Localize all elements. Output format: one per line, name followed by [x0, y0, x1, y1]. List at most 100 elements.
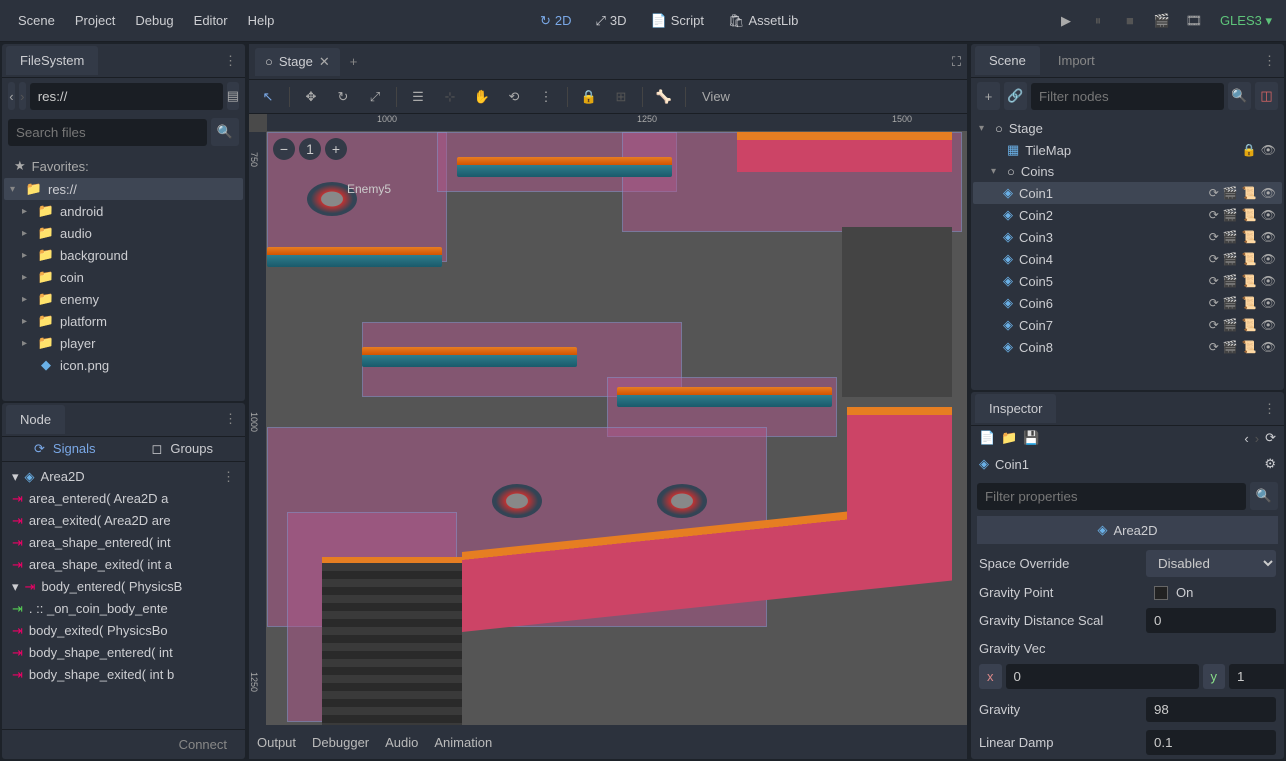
script-icon[interactable]: 📜: [1242, 186, 1257, 200]
tab-output[interactable]: Output: [257, 735, 296, 750]
workspace-2d[interactable]: ↻ 2D: [530, 7, 582, 35]
filesystem-tab[interactable]: FileSystem: [6, 46, 98, 75]
signal-body-shape-exited[interactable]: ⇥body_shape_exited( int b: [4, 664, 243, 686]
node-menu-icon[interactable]: ⋮: [216, 411, 245, 427]
new-resource-icon[interactable]: 📄: [979, 430, 995, 446]
inspector-filter[interactable]: [977, 483, 1246, 510]
history-back-icon[interactable]: ‹: [1244, 431, 1248, 446]
scene-coin4[interactable]: ◈Coin4⟳🎬📜👁: [973, 248, 1282, 270]
filesystem-search[interactable]: [8, 119, 207, 146]
zoom-reset-icon[interactable]: 1: [299, 138, 321, 160]
scene-extra-icon[interactable]: ◫: [1255, 82, 1278, 110]
object-tools-icon[interactable]: ⚙: [1264, 456, 1276, 472]
rotate-tool-icon[interactable]: ↻: [330, 84, 356, 110]
menu-project[interactable]: Project: [65, 9, 125, 32]
add-tab-icon[interactable]: +: [340, 48, 368, 75]
fs-file-icon[interactable]: ◆icon.png: [4, 354, 243, 376]
scale-tool-icon[interactable]: ⤢: [362, 84, 388, 110]
prop-gravity[interactable]: [1146, 697, 1276, 722]
close-icon[interactable]: ✕: [319, 54, 330, 70]
menu-editor[interactable]: Editor: [184, 9, 238, 32]
signal-body-shape-entered[interactable]: ⇥body_shape_entered( int: [4, 642, 243, 664]
tab-debugger[interactable]: Debugger: [312, 735, 369, 750]
pause-icon[interactable]: ⏸: [1086, 9, 1110, 33]
workspace-script[interactable]: 📄 Script: [641, 7, 714, 35]
menu-debug[interactable]: Debug: [125, 9, 183, 32]
scene-coin5[interactable]: ◈Coin5⟳🎬📜👁: [973, 270, 1282, 292]
inspector-search-icon[interactable]: 🔍: [1250, 482, 1278, 510]
signal-connection[interactable]: ⇥. :: _on_coin_body_ente: [4, 598, 243, 620]
scene-tilemap[interactable]: ▦TileMap🔒👁: [973, 139, 1282, 161]
inspector-menu-icon[interactable]: ⋮: [1255, 401, 1284, 417]
prop-gravity-vec-y[interactable]: [1229, 664, 1286, 689]
stop-icon[interactable]: ■: [1118, 9, 1142, 33]
layout-icon[interactable]: ▤: [227, 82, 239, 110]
scene-coin6[interactable]: ◈Coin6⟳🎬📜👁: [973, 292, 1282, 314]
scene-coin7[interactable]: ◈Coin7⟳🎬📜👁: [973, 314, 1282, 336]
signal-area-shape-entered[interactable]: ⇥area_shape_entered( int: [4, 532, 243, 554]
ruler-tool-icon[interactable]: ⟲: [501, 84, 527, 110]
signal-badge-icon[interactable]: ⟳: [1209, 186, 1219, 200]
workspace-3d[interactable]: ⤢ 3D: [586, 7, 637, 35]
visible-icon[interactable]: 👁: [1261, 186, 1276, 200]
more-icon[interactable]: ⋮: [533, 84, 559, 110]
group-lock-icon[interactable]: ⊞: [608, 84, 634, 110]
fs-root[interactable]: ▾📁res://: [4, 178, 243, 200]
fs-folder-coin[interactable]: ▸📁coin: [4, 266, 243, 288]
scene-open-icon[interactable]: 🎬: [1223, 186, 1238, 200]
bone-icon[interactable]: 🦴: [651, 84, 677, 110]
scene-root[interactable]: ▾○Stage: [973, 118, 1282, 139]
groups-tab[interactable]: ◻Groups: [152, 441, 213, 457]
menu-help[interactable]: Help: [238, 9, 285, 32]
lock-icon[interactable]: 🔒: [1242, 143, 1257, 157]
move-tool-icon[interactable]: ✥: [298, 84, 324, 110]
scene-coins[interactable]: ▾○Coins: [973, 161, 1282, 182]
prop-gravity-vec-x[interactable]: [1006, 664, 1199, 689]
signal-area-shape-exited[interactable]: ⇥area_shape_exited( int a: [4, 554, 243, 576]
add-node-icon[interactable]: +: [977, 82, 1000, 110]
search-icon[interactable]: 🔍: [211, 118, 239, 146]
inspector-tab[interactable]: Inspector: [975, 394, 1056, 423]
zoom-out-icon[interactable]: −: [273, 138, 295, 160]
fs-folder-background[interactable]: ▸📁background: [4, 244, 243, 266]
play-custom-icon[interactable]: 🎞: [1182, 9, 1206, 33]
signal-area-entered[interactable]: ⇥area_entered( Area2D a: [4, 488, 243, 510]
view-menu[interactable]: View: [694, 84, 738, 110]
signal-body-exited[interactable]: ⇥body_exited( PhysicsBo: [4, 620, 243, 642]
scene-search-icon[interactable]: 🔍: [1228, 82, 1251, 110]
play-icon[interactable]: ▶: [1054, 9, 1078, 33]
signal-area-exited[interactable]: ⇥area_exited( Area2D are: [4, 510, 243, 532]
prop-gravity-point-checkbox[interactable]: [1154, 586, 1168, 600]
instance-icon[interactable]: 🔗: [1004, 82, 1027, 110]
scene-coin3[interactable]: ◈Coin3⟳🎬📜👁: [973, 226, 1282, 248]
menu-scene[interactable]: Scene: [8, 9, 65, 32]
play-scene-icon[interactable]: 🎬: [1150, 9, 1174, 33]
prop-linear-damp[interactable]: [1146, 730, 1276, 755]
workspace-assetlib[interactable]: 🛍 AssetLib: [718, 7, 808, 35]
history-icon[interactable]: ⟳: [1265, 430, 1276, 446]
game-canvas[interactable]: Enemy5: [267, 132, 967, 725]
scene-coin8[interactable]: ◈Coin8⟳🎬📜👁: [973, 336, 1282, 358]
history-fwd-icon[interactable]: ›: [1255, 431, 1259, 446]
import-tab[interactable]: Import: [1044, 46, 1109, 75]
visible-icon[interactable]: 👁: [1261, 143, 1276, 157]
save-resource-icon[interactable]: 💾: [1023, 430, 1039, 446]
fs-folder-player[interactable]: ▸📁player: [4, 332, 243, 354]
lock-icon[interactable]: 🔒: [576, 84, 602, 110]
pan-tool-icon[interactable]: ✋: [469, 84, 495, 110]
distraction-free-icon[interactable]: ⛶: [952, 54, 961, 70]
signal-body-entered[interactable]: ▾⇥body_entered( PhysicsB: [4, 576, 243, 598]
viewport[interactable]: 1000 1250 1500 750 1000 1250 − 1 +: [249, 114, 967, 725]
renderer-label[interactable]: GLES3 ▾: [1214, 13, 1278, 29]
scene-coin1[interactable]: ◈Coin1⟳🎬📜👁: [973, 182, 1282, 204]
node-tab[interactable]: Node: [6, 405, 65, 434]
tab-audio[interactable]: Audio: [385, 735, 418, 750]
scene-tab[interactable]: Scene: [975, 46, 1040, 75]
forward-icon[interactable]: ›: [19, 82, 26, 110]
back-icon[interactable]: ‹: [8, 82, 15, 110]
connect-button[interactable]: Connect: [169, 733, 237, 756]
filesystem-menu-icon[interactable]: ⋮: [216, 53, 245, 69]
zoom-in-icon[interactable]: +: [325, 138, 347, 160]
inspector-class-section[interactable]: ◈Area2D: [977, 516, 1278, 544]
path-input[interactable]: [30, 83, 223, 110]
